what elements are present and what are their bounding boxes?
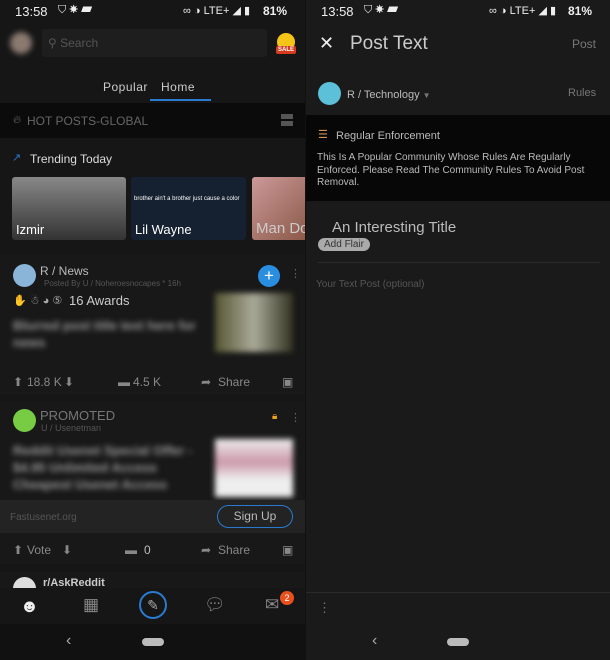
back-icon[interactable]: ‹	[66, 632, 71, 650]
comment-count[interactable]: 4.5 K	[133, 375, 161, 389]
search-input[interactable]: ⚲ Search	[42, 29, 267, 57]
gift-icon[interactable]: ▣	[282, 543, 293, 557]
home-reddit-icon[interactable]: ☻	[20, 596, 39, 617]
community-selector[interactable]: R / Technology ▼	[347, 89, 431, 101]
downvote-icon[interactable]: ⬇	[64, 375, 74, 389]
avatar[interactable]	[10, 32, 32, 54]
promo-domain[interactable]: Fastusenet.org	[10, 512, 77, 523]
sign-up-button[interactable]: Sign Up	[217, 505, 293, 528]
join-button[interactable]: +	[258, 265, 280, 287]
battery-level: 81%	[567, 4, 592, 18]
share-icon[interactable]: ➦	[201, 375, 211, 389]
vote-count: 18.8 K	[27, 375, 62, 389]
divider	[306, 592, 610, 593]
comment-icon[interactable]: ▬	[118, 375, 130, 389]
share-icon[interactable]: ➦	[201, 543, 211, 557]
trending-card[interactable]: brother ain't a brother just cause a col…	[131, 177, 246, 240]
post-thumbnail[interactable]	[215, 293, 293, 352]
trending-icon: ↗	[12, 152, 22, 164]
title-input[interactable]: An Interesting Title	[332, 219, 456, 236]
create-post-button[interactable]: ✎	[139, 591, 167, 619]
battery-level: 81%	[262, 4, 287, 18]
communities-icon[interactable]: ▦	[83, 595, 99, 615]
sale-badge: SALE	[276, 46, 297, 54]
chevron-down-icon: ▼	[422, 91, 431, 100]
notice-title: Regular Enforcement	[336, 130, 440, 142]
downvote-icon[interactable]: ⬇	[62, 543, 72, 557]
more-icon[interactable]: ⋮	[290, 267, 301, 280]
inbox-icon[interactable]: ✉	[265, 595, 279, 615]
search-icon: ⚲	[48, 36, 61, 50]
comment-count[interactable]: 0	[144, 543, 151, 557]
upvote-icon[interactable]: ⬆	[13, 375, 23, 389]
advertiser-name[interactable]: U / Usenetman	[41, 423, 101, 433]
post-meta: Posted By U / Noheroesnocapes * 16h	[44, 279, 181, 288]
trending-card[interactable]: Izmir	[12, 177, 126, 240]
back-icon[interactable]: ‹	[372, 632, 377, 650]
rules-notice: ☰ Regular Enforcement This Is A Popular …	[306, 115, 610, 201]
advertiser-icon	[13, 409, 36, 432]
clock: 13:58	[321, 4, 354, 19]
lock-icon: 🔒︎	[272, 411, 278, 422]
promoted-post[interactable]: PROMOTED U / Usenetman 🔒︎ ⋮ Reddit Usene…	[0, 402, 305, 564]
vote-label: Vote	[27, 543, 52, 557]
close-icon[interactable]: ✕	[319, 33, 334, 54]
tab-underline	[150, 99, 211, 101]
upvote-icon[interactable]: ⬆	[13, 543, 23, 557]
post-card[interactable]: R / News Posted By U / Noheroesnocapes *…	[0, 255, 305, 395]
card-view-icon[interactable]	[281, 114, 293, 126]
awards-count[interactable]: 16 Awards	[69, 293, 129, 308]
trending-title: Trending Today	[30, 152, 113, 166]
shield-icon: ⛉ ☀ ▰	[58, 4, 93, 16]
community-icon	[13, 264, 36, 287]
home-pill[interactable]	[141, 638, 164, 646]
post-text-screen: 13:58 ⛉ ☀ ▰ ∞ ◑ LTE+ ◢ ▮ 81% ✕ Post Text…	[306, 0, 610, 660]
promo-thumbnail[interactable]	[215, 439, 293, 497]
share-label[interactable]: Share	[218, 375, 250, 389]
divider	[318, 262, 600, 263]
add-flair-button[interactable]: Add Flair	[318, 238, 371, 251]
post-title[interactable]: Blurred post title text here for news	[13, 317, 203, 351]
inbox-badge: 2	[280, 591, 294, 605]
comment-icon[interactable]: ▬	[125, 543, 137, 557]
promo-title[interactable]: Reddit Usenet Special Offer - $4.95 Unli…	[13, 442, 203, 493]
chat-icon[interactable]: 💬︎	[204, 595, 226, 615]
award-icons: ✋ ☃ ◕ ⑤	[13, 295, 63, 307]
flame-icon: 🔥︎	[13, 114, 22, 126]
feed-filter-label: HOT POSTS-GLOBAL	[27, 114, 149, 128]
system-nav-bar: ‹	[0, 624, 305, 660]
list-icon: ☰	[318, 129, 328, 141]
promoted-label: PROMOTED	[40, 408, 116, 423]
bottom-nav: ☻ ▦ ✎ 💬︎ ✉ 2	[0, 588, 305, 624]
system-nav-bar: ‹	[306, 624, 610, 660]
promo-cta-bar: Fastusenet.org Sign Up	[0, 500, 305, 533]
rules-link[interactable]: Rules	[568, 87, 596, 99]
trending-card[interactable]: Man Do	[252, 177, 305, 240]
home-pill[interactable]	[447, 638, 469, 646]
notice-body: This Is A Popular Community Whose Rules …	[317, 152, 585, 188]
post-button[interactable]: Post	[572, 37, 596, 51]
more-options-icon[interactable]: ⋮	[318, 600, 331, 616]
body-input[interactable]: Your Text Post (optional)	[316, 279, 424, 290]
shield-icon: ⛉ ☀ ▰	[364, 4, 399, 16]
page-title: Post Text	[350, 33, 428, 54]
status-bar: 13:58 ⛉ ☀ ▰ ∞ ◑ LTE+ ◢ ▮ 81%	[0, 0, 305, 22]
community-name[interactable]: R / News	[40, 264, 89, 278]
more-icon[interactable]: ⋮	[290, 411, 301, 424]
community-icon	[318, 82, 341, 105]
clock: 13:58	[15, 4, 48, 19]
status-bar: 13:58 ⛉ ☀ ▰ ∞ ◑ LTE+ ◢ ▮ 81%	[306, 0, 610, 22]
feed-filter-bar[interactable]: 🔥︎ HOT POSTS-GLOBAL	[0, 103, 305, 138]
gift-icon[interactable]: ▣	[282, 375, 293, 389]
reddit-feed-screen: 13:58 ⛉ ☀ ▰ ∞ ◑ LTE+ ◢ ▮ 81% ⚲ Search SA…	[0, 0, 305, 660]
network-icons: ∞ ◑ LTE+ ◢ ▮	[489, 5, 557, 17]
share-label[interactable]: Share	[218, 543, 250, 557]
network-icons: ∞ ◑ LTE+ ◢ ▮	[183, 5, 251, 17]
tab-home[interactable]: Home	[161, 80, 195, 94]
tab-popular[interactable]: Popular	[103, 80, 148, 94]
